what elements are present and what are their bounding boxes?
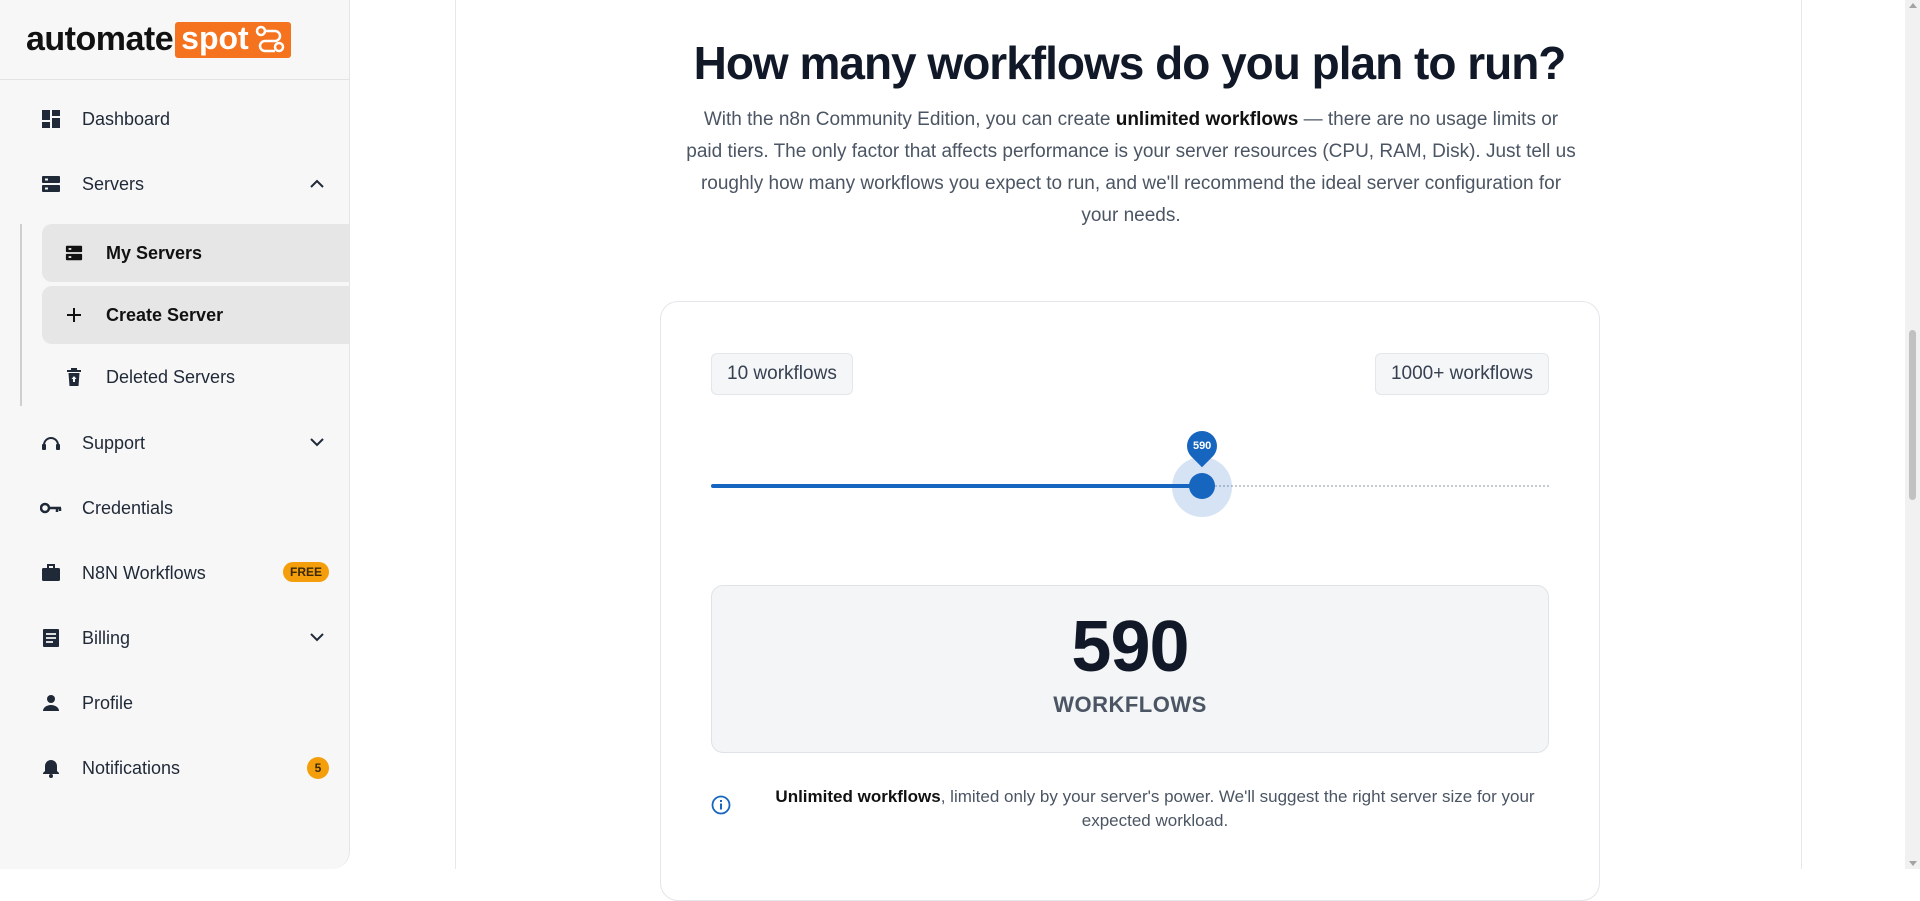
- sidebar-item-label: My Servers: [106, 242, 203, 263]
- slider-value-label: 590: [1192, 440, 1212, 453]
- sidebar-item-my-servers[interactable]: My Servers: [42, 224, 349, 282]
- main-content: How many workflows do you plan to run? W…: [455, 0, 1802, 901]
- briefcase-icon: [40, 562, 62, 584]
- info-icon: [711, 795, 731, 815]
- brand-name-part1: automate: [26, 20, 174, 58]
- workflow-count-slider[interactable]: 590: [711, 424, 1549, 517]
- sidebar-item-servers[interactable]: Servers: [0, 159, 349, 209]
- sidebar: automate spot Dashboard Servers My Serve…: [0, 0, 350, 869]
- info-note-body: , limited only by your server's power. W…: [940, 787, 1535, 830]
- workflow-slider-card: 10 workflows 1000+ workflows 590 590 WOR…: [660, 301, 1600, 901]
- servers-submenu: My Servers Create Server Deleted Servers: [20, 224, 349, 406]
- support-icon: [40, 432, 62, 454]
- sidebar-item-label: Servers: [82, 173, 145, 194]
- slider-thumb[interactable]: [1189, 473, 1215, 499]
- sidebar-item-dashboard[interactable]: Dashboard: [0, 94, 349, 144]
- page-title: How many workflows do you plan to run?: [693, 37, 1567, 89]
- chevron-up-icon[interactable]: [307, 173, 327, 193]
- workflow-count-number: 590: [1071, 607, 1189, 687]
- workflow-count-unit: WORKFLOWS: [1053, 692, 1207, 717]
- sidebar-item-label: Dashboard: [82, 108, 171, 129]
- billing-icon: [40, 627, 62, 649]
- sidebar-item-label: Support: [82, 432, 146, 453]
- dashboard-icon: [40, 108, 62, 130]
- sidebar-item-support[interactable]: Support: [0, 418, 349, 468]
- person-icon: [40, 692, 62, 714]
- workflow-logo-icon: [255, 25, 284, 52]
- scrollbar-thumb[interactable]: [1909, 330, 1916, 500]
- brand-name-part2: spot: [181, 20, 249, 56]
- sidebar-item-deleted-servers[interactable]: Deleted Servers: [42, 348, 349, 406]
- sidebar-item-notifications[interactable]: Notifications 5: [0, 743, 349, 793]
- brand-logo[interactable]: automate spot: [0, 0, 349, 80]
- sidebar-item-credentials[interactable]: Credentials: [0, 483, 349, 533]
- sidebar-item-label: N8N Workflows: [82, 562, 206, 583]
- info-note-text: Unlimited workflows, limited only by you…: [761, 785, 1549, 833]
- sidebar-item-label: Create Server: [106, 304, 224, 325]
- chevron-down-icon[interactable]: [307, 432, 327, 452]
- intro-text-bold: unlimited workflows: [1115, 109, 1299, 130]
- info-note: Unlimited workflows, limited only by you…: [711, 785, 1549, 833]
- info-note-bold: Unlimited workflows: [775, 787, 941, 806]
- intro-text-start: With the n8n Community Edition, you can …: [703, 109, 1116, 130]
- brand-name-box: spot: [175, 20, 291, 58]
- sidebar-item-label: Deleted Servers: [106, 366, 236, 387]
- page-scrollbar[interactable]: [1905, 0, 1920, 869]
- sidebar-item-billing[interactable]: Billing: [0, 613, 349, 663]
- slider-min-label: 10 workflows: [711, 353, 853, 395]
- server-icon: [64, 243, 84, 263]
- sidebar-item-create-server[interactable]: Create Server: [42, 286, 349, 344]
- server-icon: [40, 173, 62, 195]
- scroll-up-arrow-icon[interactable]: [1909, 3, 1917, 8]
- free-badge: FREE: [282, 562, 329, 582]
- scroll-down-arrow-icon[interactable]: [1909, 861, 1917, 866]
- sidebar-item-profile[interactable]: Profile: [0, 678, 349, 728]
- plus-icon: [64, 305, 84, 325]
- sidebar-nav: Dashboard Servers My Servers Create Serv…: [0, 80, 349, 793]
- slider-max-label: 1000+ workflows: [1374, 353, 1549, 395]
- chevron-down-icon[interactable]: [307, 627, 327, 647]
- sidebar-item-n8n-workflows[interactable]: N8N Workflows FREE: [0, 548, 349, 598]
- sidebar-item-label: Profile: [82, 692, 134, 713]
- intro-text: With the n8n Community Edition, you can …: [686, 104, 1576, 232]
- workflow-count-display: 590 WORKFLOWS: [711, 585, 1549, 753]
- trash-icon: [64, 367, 84, 387]
- notifications-count-badge: 5: [307, 757, 329, 779]
- sidebar-item-label: Notifications: [82, 757, 181, 778]
- sidebar-item-label: Billing: [82, 627, 131, 648]
- sidebar-item-label: Credentials: [82, 497, 174, 518]
- bell-icon: [40, 757, 62, 779]
- key-icon: [40, 497, 62, 519]
- slider-track-fill: [711, 484, 1202, 488]
